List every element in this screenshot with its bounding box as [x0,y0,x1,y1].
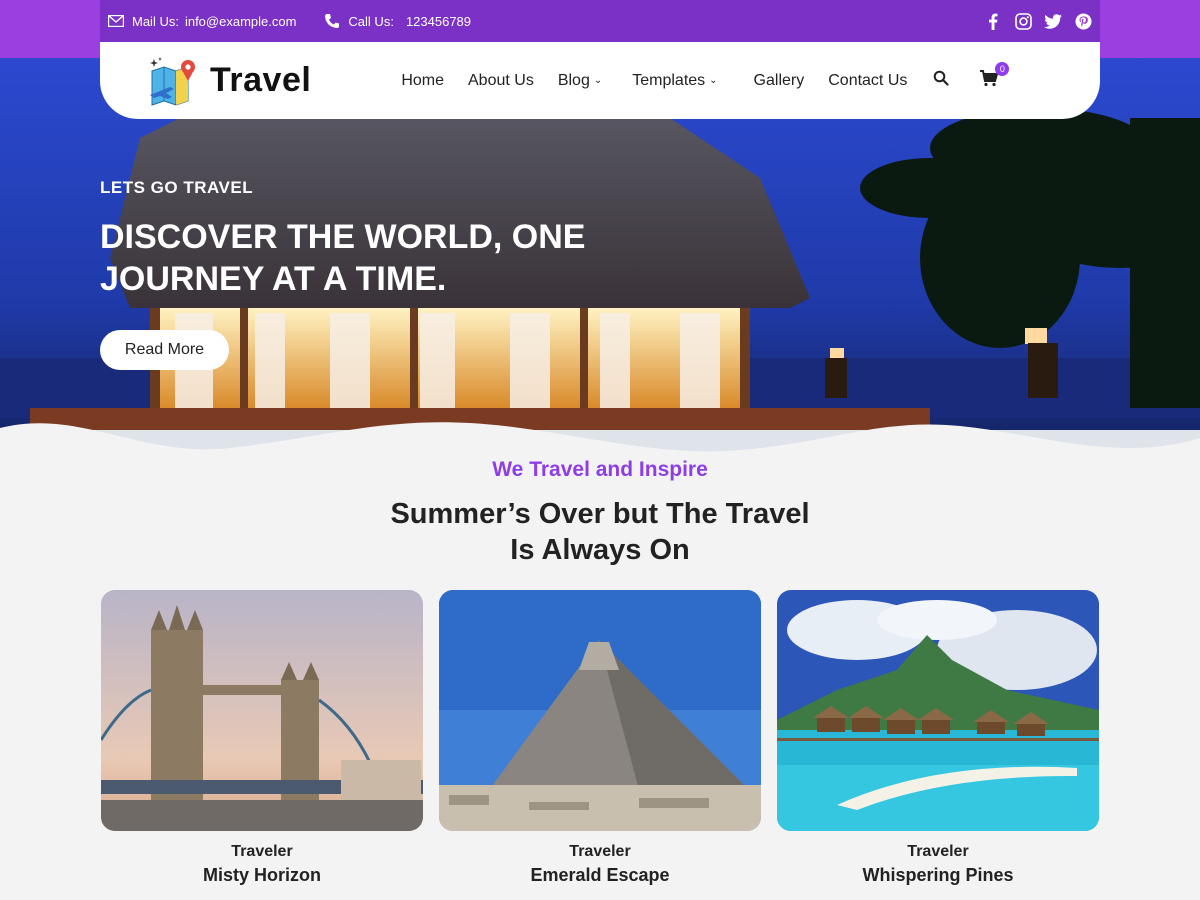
nav-home[interactable]: Home [401,72,444,90]
nav-templates[interactable]: Templates ⌄ [632,72,717,90]
twitter-icon[interactable] [1044,12,1062,30]
facebook-icon[interactable] [984,12,1002,30]
card-title[interactable]: Misty Horizon [101,865,423,886]
section-header: We Travel and Inspire Summer’s Over but … [0,458,1200,568]
mail-icon [108,15,124,27]
card-meta: Traveler Emerald Escape [439,843,761,886]
mail-label: Mail Us: [132,13,179,29]
section-heading-line1: Summer’s Over but The Travel [390,498,810,530]
chevron-down-icon: ⌄ [709,75,718,86]
section-heading: Summer’s Over but The Travel Is Always O… [0,496,1200,568]
site-header: Travel Home About Us Blog ⌄ Templates ⌄ … [100,42,1100,119]
nav-gallery[interactable]: Gallery [754,72,805,90]
site-logo[interactable]: Travel [148,55,311,107]
card-meta: Traveler Misty Horizon [101,843,423,886]
call-label: Call Us: [348,13,394,29]
header-actions: 0 [933,61,1010,92]
hero-headline: DISCOVER THE WORLD, ONE JOURNEY AT A TIM… [100,218,586,298]
mail-info[interactable]: Mail Us: info@example.com [108,14,296,29]
card-type: Traveler [569,843,631,860]
hero-eyebrow: LETS GO TRAVEL [100,178,254,197]
call-info[interactable]: Call Us: 123456789 [324,13,471,29]
instagram-icon[interactable] [1014,12,1032,30]
section-heading-line2: Is Always On [510,534,690,566]
destination-cards: Traveler Misty Horizon Traveler Emerald … [101,590,1101,886]
read-more-button[interactable]: Read More [100,330,229,370]
destination-card[interactable]: Traveler Misty Horizon [101,590,423,886]
cart-button[interactable]: 0 [979,61,1010,92]
nav-contact-us[interactable]: Contact Us [828,72,907,90]
nav-blog[interactable]: Blog ⌄ [558,72,602,90]
top-info-bar: Mail Us: info@example.com Call Us: 12345… [100,0,1100,42]
cart-count-badge: 0 [995,61,1010,76]
card-title[interactable]: Whispering Pines [777,865,1099,886]
section-kicker: We Travel and Inspire [492,458,708,481]
card-meta: Traveler Whispering Pines [777,843,1099,886]
destination-card[interactable]: Traveler Whispering Pines [777,590,1099,886]
tropical-island-image[interactable] [777,590,1099,831]
card-type: Traveler [907,843,969,860]
destination-card[interactable]: Traveler Emerald Escape [439,590,761,886]
social-links [984,12,1092,30]
chevron-down-icon: ⌄ [593,75,603,86]
mail-value[interactable]: info@example.com [185,14,296,29]
card-type: Traveler [231,843,293,860]
hero-content: LETS GO TRAVEL DISCOVER THE WORLD, ONE J… [100,178,620,370]
map-plane-logo-icon [150,56,195,106]
card-title[interactable]: Emerald Escape [439,865,761,886]
logo-text: Travel [210,61,312,99]
tower-bridge-image[interactable] [101,590,423,831]
nav-templates-label: Templates [632,71,706,89]
pinterest-icon[interactable] [1074,12,1092,30]
search-icon[interactable] [933,70,949,91]
main-nav: Home About Us Blog ⌄ Templates ⌄ Gallery… [401,72,931,90]
nav-blog-label: Blog [557,71,590,89]
phone-icon [325,14,340,28]
pyramid-image[interactable] [439,590,761,831]
nav-about-us[interactable]: About Us [468,72,534,90]
call-value[interactable]: 123456789 [406,14,471,29]
